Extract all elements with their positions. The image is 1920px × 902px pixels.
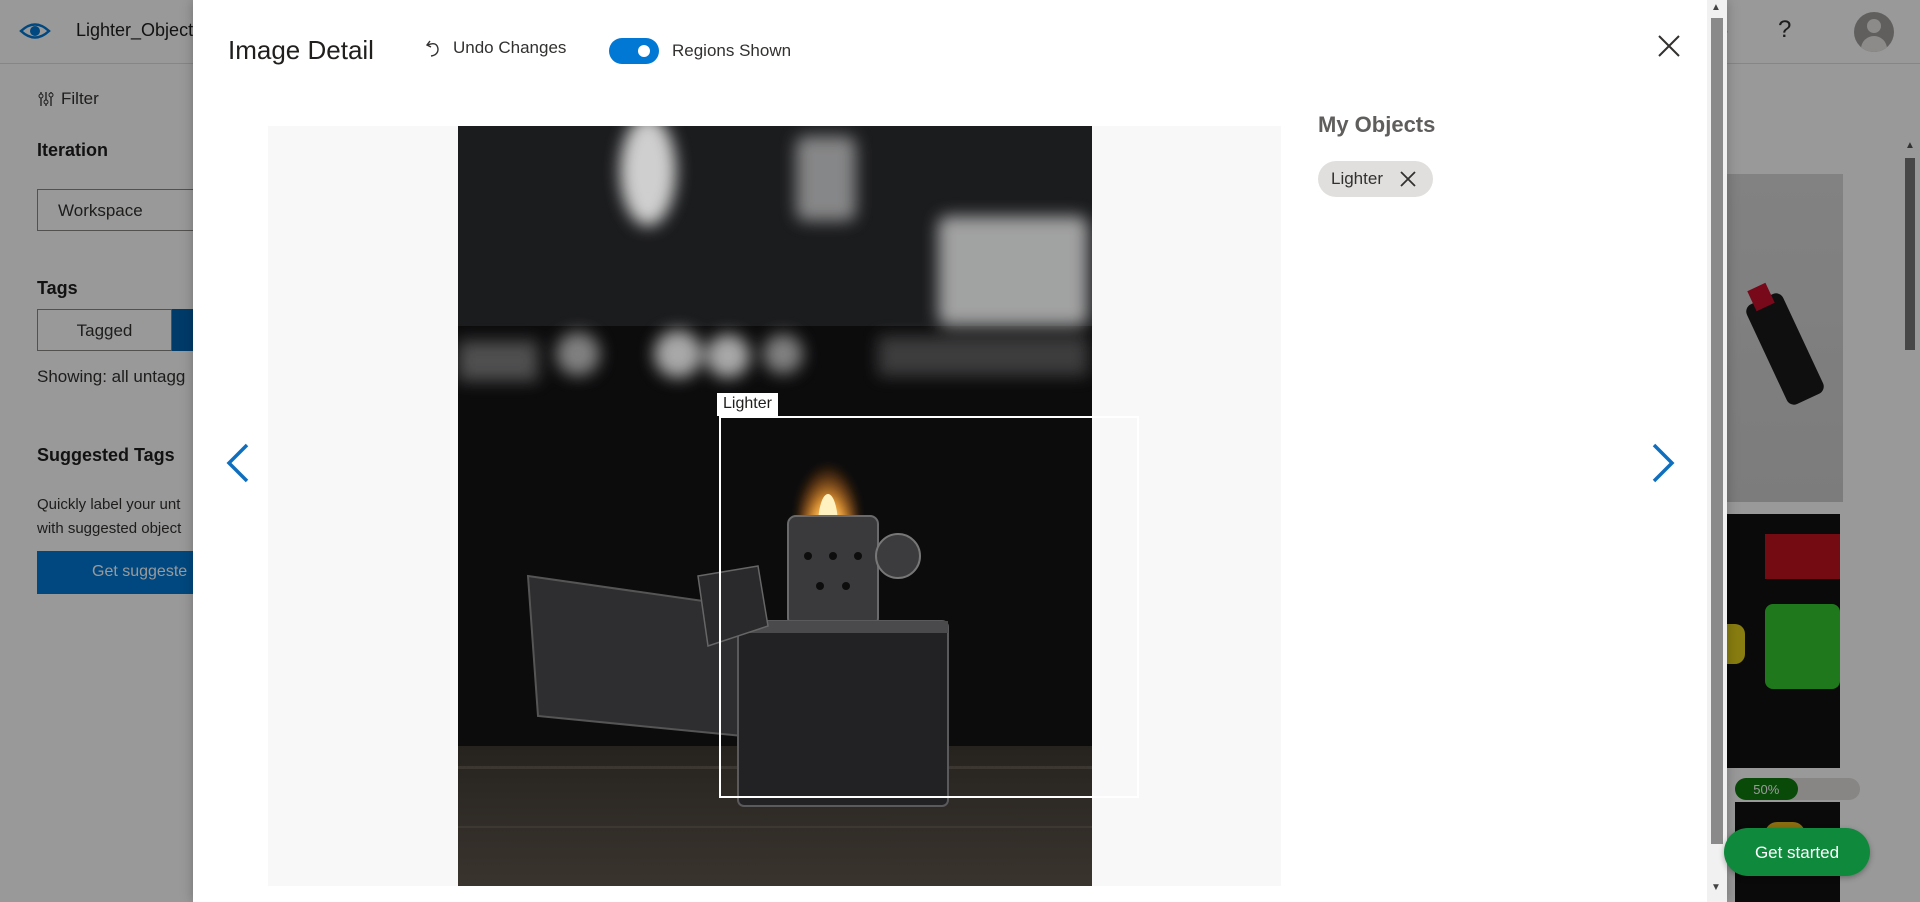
undo-changes-button[interactable]: Undo Changes — [425, 38, 566, 58]
remove-tag-icon[interactable] — [1399, 170, 1417, 188]
undo-changes-label: Undo Changes — [453, 38, 567, 57]
regions-toggle[interactable] — [609, 38, 659, 64]
object-tag-chip[interactable]: Lighter — [1318, 161, 1433, 197]
next-image-chevron-icon[interactable] — [1648, 442, 1678, 484]
modal-scrollbar-thumb[interactable] — [1711, 18, 1723, 844]
undo-icon — [425, 40, 439, 57]
my-objects-heading: My Objects — [1318, 112, 1436, 137]
get-started-button[interactable]: Get started — [1724, 828, 1870, 876]
close-icon[interactable] — [1655, 32, 1683, 60]
object-tag-label: Lighter — [1331, 169, 1383, 188]
bounding-box-region[interactable] — [719, 416, 1139, 798]
previous-image-chevron-icon[interactable] — [223, 442, 253, 484]
modal-title: Image Detail — [228, 35, 374, 65]
image-detail-modal: Image Detail Undo Changes Regions Shown — [193, 0, 1727, 902]
regions-toggle-label: Regions Shown — [672, 41, 792, 60]
modal-scrollbar[interactable]: ▲ ▼ — [1707, 0, 1727, 902]
region-tag-label: Lighter — [717, 393, 778, 416]
